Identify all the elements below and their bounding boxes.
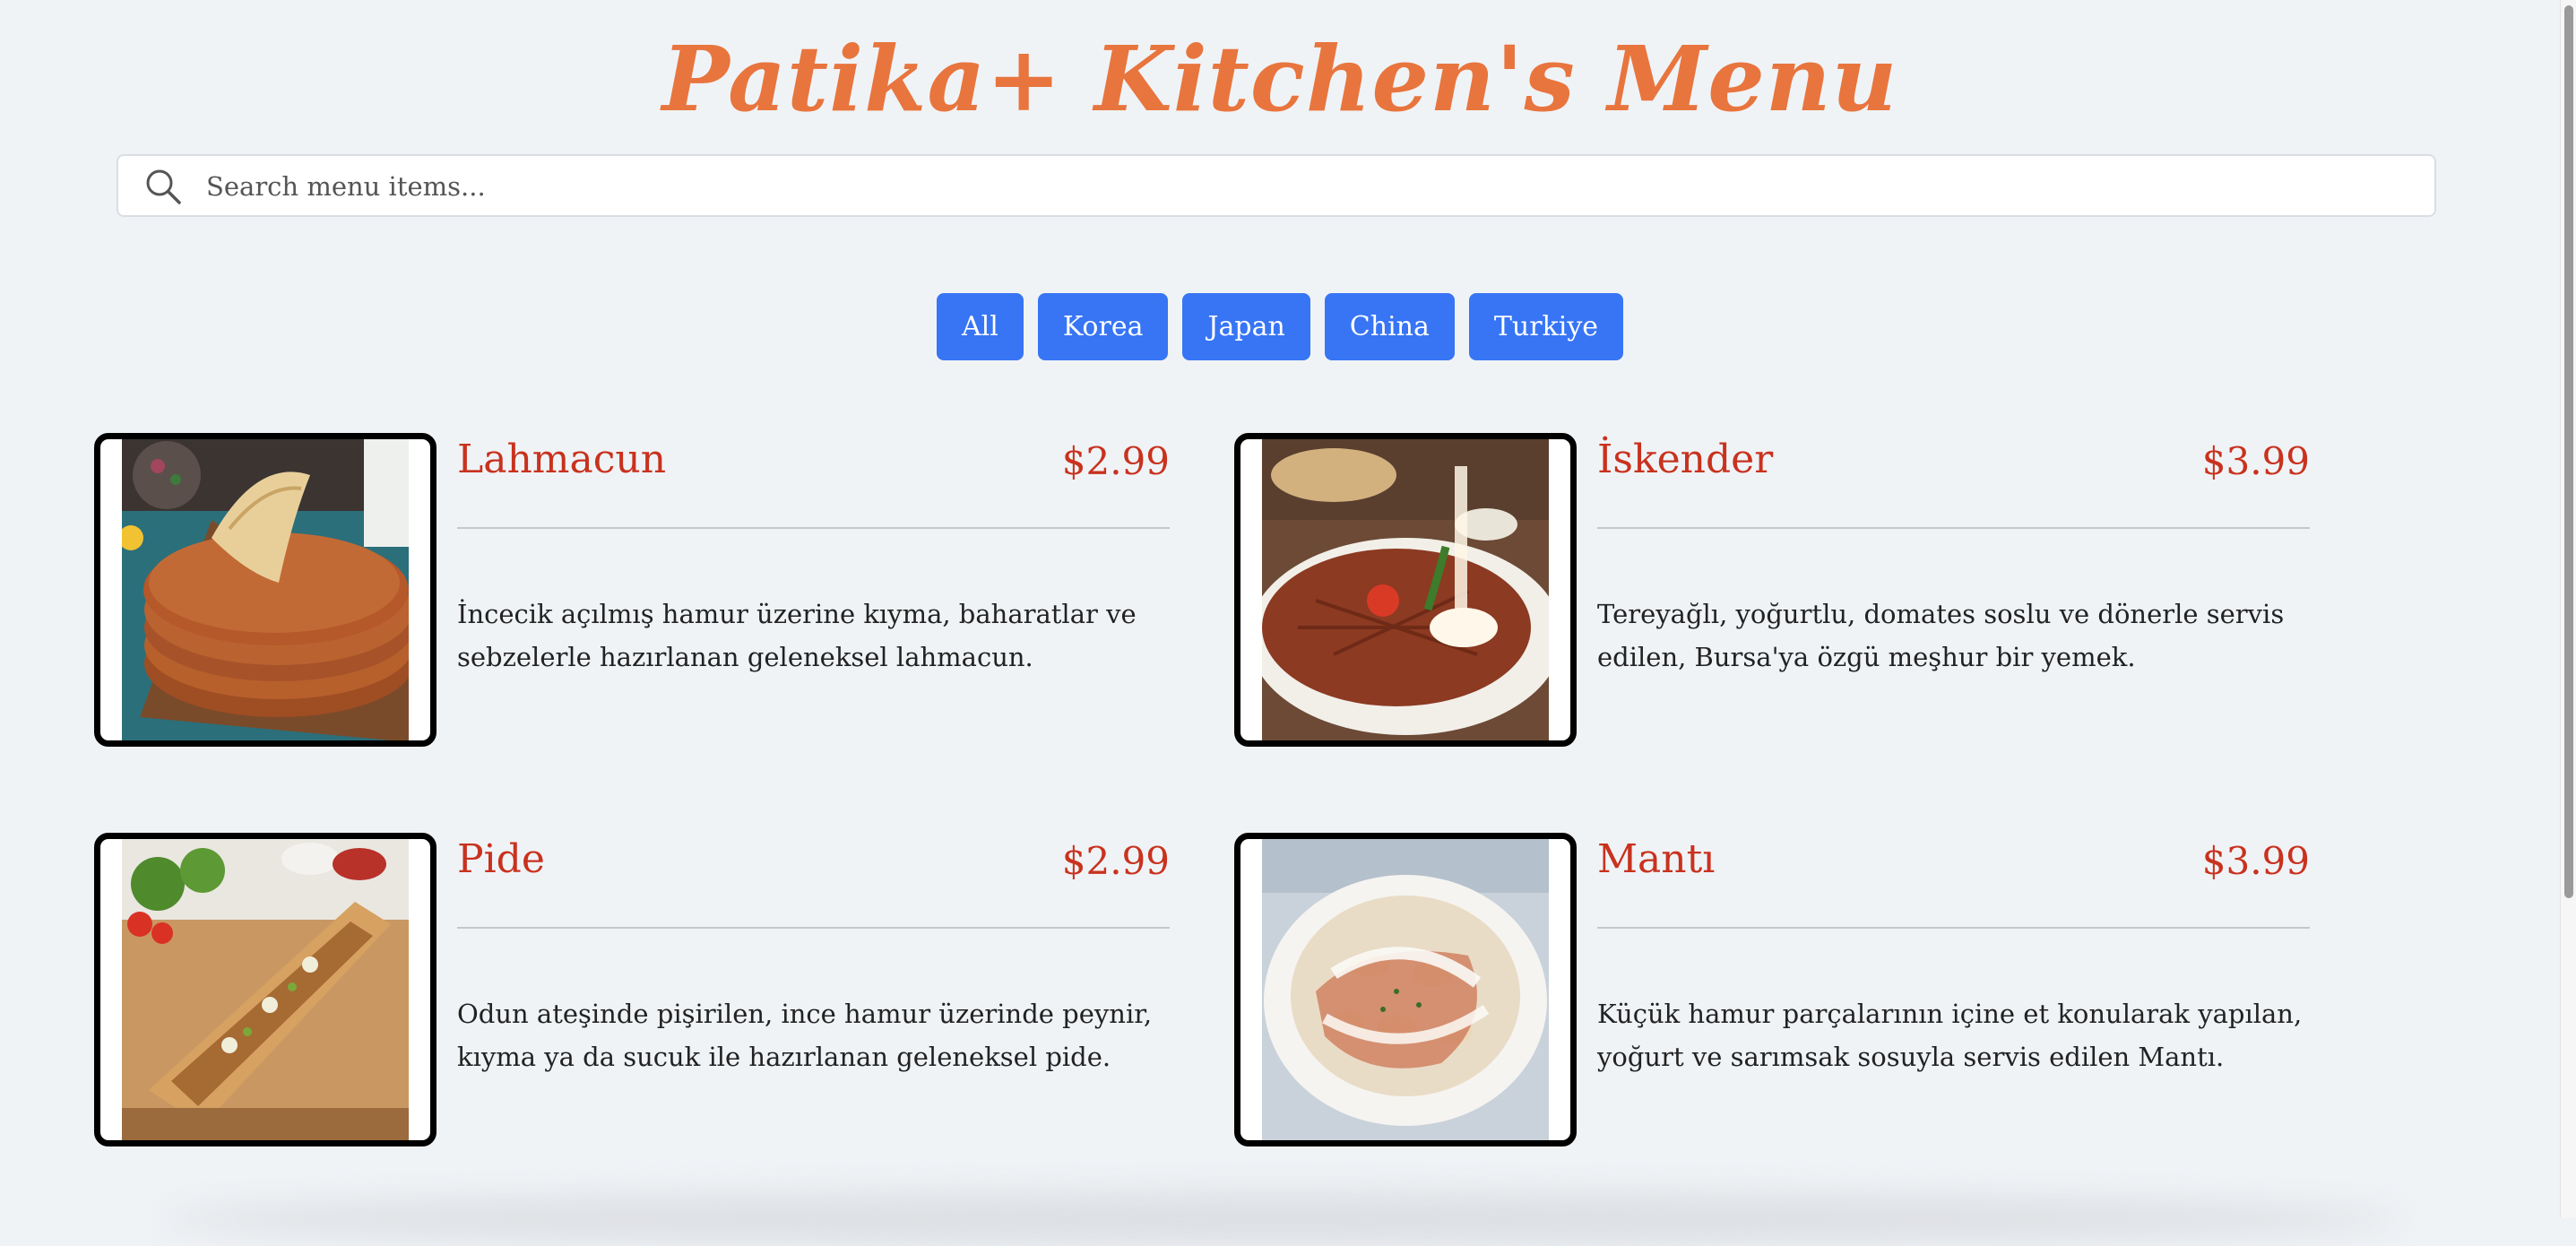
menu-item-photo-frame — [1234, 433, 1577, 747]
menu-item-price: $2.99 — [1061, 439, 1170, 483]
menu-item-description: Tereyağlı, yoğurtlu, domates soslu ve dö… — [1597, 599, 2285, 672]
menu-item-photo-frame — [1234, 833, 1577, 1146]
page-title: Patika+ Kitchen's Menu — [661, 26, 1898, 132]
scrollbar-thumb[interactable] — [2564, 5, 2573, 898]
menu-item-name: Mantı — [1597, 836, 1716, 882]
menu-page: Patika+ Kitchen's Menu All Korea Japan C… — [0, 0, 2560, 1246]
menu-item-price: $3.99 — [2201, 439, 2310, 483]
category-filters: All Korea Japan China Turkiye — [0, 293, 2560, 360]
menu-item-lahmacun: Lahmacun $2.99 İncecik açılmış hamur üze… — [94, 433, 1170, 747]
iskender-photo — [1262, 439, 1549, 740]
menu-item-divider — [457, 927, 1170, 929]
menu-item-manti: Mantı $3.99 Küçük hamur parçalarının içi… — [1234, 833, 2310, 1146]
menu-item-price: $3.99 — [2201, 839, 2310, 883]
filter-china-button[interactable]: China — [1324, 293, 1455, 360]
filter-all-button[interactable]: All — [936, 293, 1024, 360]
menu-item-divider — [1597, 527, 2310, 529]
menu-item-price: $2.99 — [1061, 839, 1170, 883]
menu-item-name: İskender — [1597, 437, 1774, 482]
search-input[interactable] — [204, 156, 2413, 217]
menu-item-photo-frame — [94, 833, 437, 1146]
search-icon — [146, 169, 181, 204]
footer-shadow — [161, 1192, 2402, 1246]
menu-item-name: Lahmacun — [457, 437, 667, 482]
manti-photo — [1262, 839, 1549, 1140]
menu-item-photo-frame — [94, 433, 437, 747]
lahmacun-photo — [122, 439, 409, 740]
menu-item-divider — [1597, 927, 2310, 929]
vertical-scrollbar[interactable] — [2560, 0, 2576, 1217]
menu-item-pide: Pide $2.99 Odun ateşinde pişirilen, ince… — [94, 833, 1170, 1146]
menu-item-description: Küçük hamur parçalarının içine et konula… — [1597, 999, 2303, 1072]
pide-photo — [122, 839, 409, 1140]
menu-item-description: Odun ateşinde pişirilen, ince hamur üzer… — [457, 999, 1153, 1072]
filter-korea-button[interactable]: Korea — [1037, 293, 1169, 360]
menu-item-iskender: İskender $3.99 Tereyağlı, yoğurtlu, doma… — [1234, 433, 2310, 747]
menu-item-description: İncecik açılmış hamur üzerine kıyma, bah… — [457, 599, 1137, 672]
search-bar[interactable] — [117, 154, 2436, 217]
menu-item-name: Pide — [457, 836, 545, 882]
menu-item-divider — [457, 527, 1170, 529]
filter-japan-button[interactable]: Japan — [1182, 293, 1310, 360]
filter-turkiye-button[interactable]: Turkiye — [1468, 293, 1624, 360]
